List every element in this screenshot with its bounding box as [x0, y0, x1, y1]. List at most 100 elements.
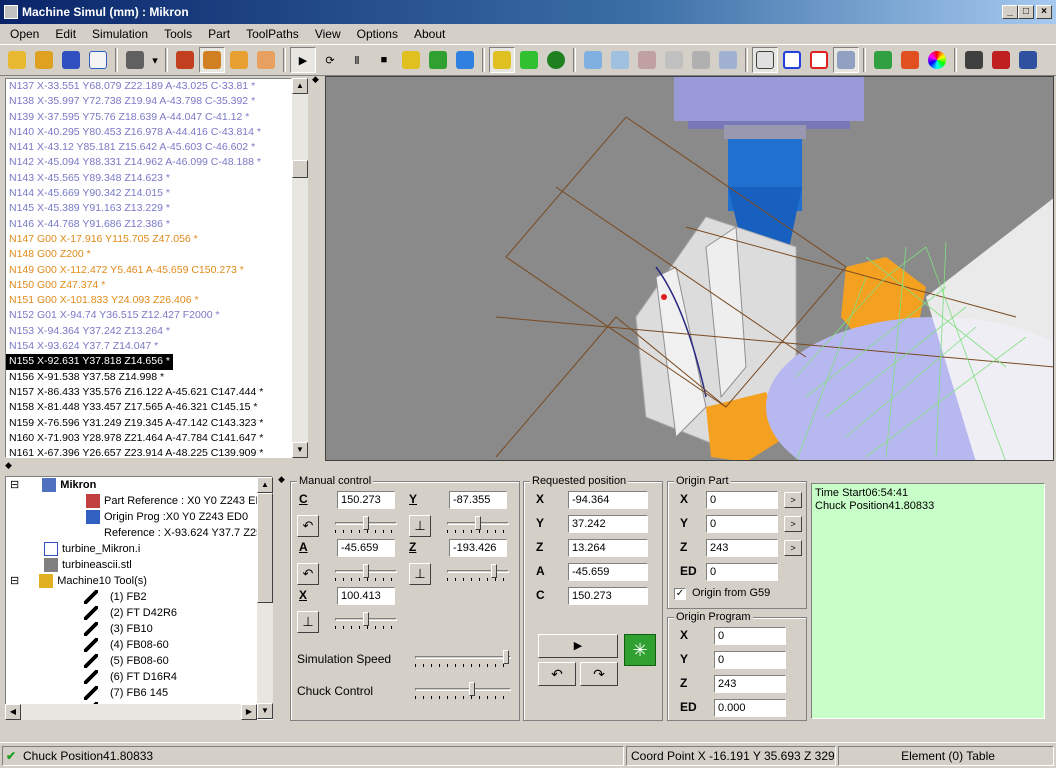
tree-node-file2[interactable]: turbineascii.stl — [44, 557, 132, 573]
collapse-arrow-icon[interactable]: ◆ — [278, 474, 285, 485]
refresh-button[interactable] — [425, 47, 451, 73]
origin-program-axis-input[interactable]: 0 — [714, 651, 786, 669]
gcode-line[interactable]: N159 X-76.596 Y31.249 Z19.345 A-47.142 C… — [6, 416, 291, 431]
scroll-down-button[interactable]: ▼ — [292, 442, 308, 458]
tree-node-reference[interactable]: Reference : X-93.624 Y37.7 Z25 — [104, 525, 262, 541]
color-button[interactable] — [924, 47, 950, 73]
x-axis-input[interactable]: 100.413 — [337, 587, 395, 605]
c-axis-input[interactable]: 150.273 — [337, 491, 395, 509]
a-rotate-button[interactable]: ↶ — [297, 563, 319, 585]
gcode-line[interactable]: N148 G00 Z200 * — [6, 247, 291, 262]
gcode-line[interactable]: N150 G00 Z47.374 * — [6, 278, 291, 293]
print-button[interactable] — [122, 47, 148, 73]
origin-program-axis-input[interactable]: 0.000 — [714, 699, 786, 717]
target-button[interactable] — [543, 47, 569, 73]
tree-node-tool[interactable]: (3) FB10 — [84, 621, 153, 637]
menu-open[interactable]: Open — [2, 25, 47, 43]
gcode-line[interactable]: N138 X-35.997 Y72.738 Z19.94 A-43.798 C-… — [6, 94, 291, 109]
play-button[interactable]: ▶ — [290, 47, 316, 73]
new-file-button[interactable] — [85, 47, 111, 73]
machine-tree[interactable]: ⊟ Mikron Part Reference : X0 Y0 Z243 ED0… — [5, 476, 273, 720]
gcode-line-selected[interactable]: N155 X-92.631 Y37.818 Z14.656 * — [6, 354, 173, 370]
wire-box-button[interactable] — [752, 47, 778, 73]
gcode-line[interactable]: N149 G00 X-112.472 Y5.461 A-45.659 C150.… — [6, 263, 291, 278]
menu-options[interactable]: Options — [349, 25, 406, 43]
gcode-line[interactable]: N151 G00 X-101.833 Y24.093 Z26.406 * — [6, 293, 291, 308]
menu-simulation[interactable]: Simulation — [84, 25, 156, 43]
collapse-arrow-icon[interactable]: ◆ — [312, 74, 319, 85]
tree-node-tool[interactable]: (7) FB6 145 — [84, 685, 168, 701]
solid-box-button[interactable] — [833, 47, 859, 73]
scroll-up-button[interactable]: ▲ — [257, 477, 273, 493]
gcode-list[interactable]: N137 X-33.551 Y68.079 Z22.189 A-43.025 C… — [5, 78, 292, 458]
material-button[interactable] — [897, 47, 923, 73]
print-dropdown[interactable]: ▾ — [149, 47, 161, 73]
tree-node-file1[interactable]: turbine_Mikron.i — [44, 541, 140, 557]
requested-axis-input[interactable]: -45.659 — [568, 563, 648, 581]
gcode-line[interactable]: N156 X-91.538 Y37.58 Z14.998 * — [6, 370, 291, 385]
origin-part-axis-input[interactable]: 243 — [706, 539, 778, 557]
gcode-line[interactable]: N141 X-43.12 Y85.181 Z15.642 A-45.603 C-… — [6, 140, 291, 155]
c-rotate-button[interactable]: ↶ — [297, 515, 319, 537]
gcode-line[interactable]: N160 X-71.903 Y28.978 Z21.464 A-47.784 C… — [6, 431, 291, 446]
shading-button[interactable] — [870, 47, 896, 73]
requested-axis-input[interactable]: 37.242 — [568, 515, 648, 533]
requested-axis-input[interactable]: 150.273 — [568, 587, 648, 605]
scroll-up-button[interactable]: ▲ — [292, 78, 308, 94]
execute-button[interactable]: ✳ — [624, 634, 656, 666]
menu-view[interactable]: View — [307, 25, 349, 43]
pause-button[interactable]: Ⅱ — [344, 47, 370, 73]
side-view-button[interactable] — [634, 47, 660, 73]
close-button[interactable]: × — [1036, 5, 1052, 19]
c-axis-slider[interactable] — [335, 516, 397, 533]
open-file-button[interactable] — [31, 47, 57, 73]
run-button[interactable]: ▶ — [538, 634, 618, 658]
warning-button[interactable] — [226, 47, 252, 73]
scroll-left-button[interactable]: ◀ — [5, 704, 21, 720]
reset-button[interactable] — [398, 47, 424, 73]
open-folder-button[interactable] — [4, 47, 30, 73]
inspect-button[interactable] — [961, 47, 987, 73]
tree-node-tool[interactable]: (2) FT D42R6 — [84, 605, 177, 621]
scroll-thumb[interactable] — [292, 160, 308, 178]
z-axis-slider[interactable] — [447, 564, 509, 581]
tool-table-button[interactable] — [199, 47, 225, 73]
tree-node-tool[interactable]: (1) FB2 — [84, 589, 147, 605]
gcode-line[interactable]: N157 X-86.433 Y35.576 Z16.122 A-45.621 C… — [6, 385, 291, 400]
x-axis-slider[interactable] — [335, 612, 397, 629]
minimize-button[interactable]: _ — [1002, 5, 1018, 19]
chuck-control-slider[interactable] — [415, 682, 511, 699]
origin-part-axis-input[interactable]: 0 — [706, 563, 778, 581]
gcode-line[interactable]: N142 X-45.094 Y88.331 Z14.962 A-46.099 C… — [6, 155, 291, 170]
top-view-button[interactable] — [661, 47, 687, 73]
scroll-right-button[interactable]: ▶ — [241, 704, 257, 720]
y-axis-slider[interactable] — [447, 516, 509, 533]
origin-part-axis-input[interactable]: 0 — [706, 515, 778, 533]
tree-scrollbar[interactable]: ▲ ▼ — [257, 477, 273, 719]
tree-node-tool[interactable]: (6) FT D16R4 — [84, 669, 177, 685]
gcode-line[interactable]: N161 X-67.396 Y26.657 Z23.914 A-48.225 C… — [6, 446, 291, 457]
red-box-button[interactable] — [806, 47, 832, 73]
gcode-line[interactable]: N137 X-33.551 Y68.079 Z22.189 A-43.025 C… — [6, 79, 291, 94]
gcode-line[interactable]: N146 X-44.768 Y91.686 Z12.386 * — [6, 217, 291, 232]
collapse-arrow-icon[interactable]: ◆ — [5, 460, 12, 471]
menu-about[interactable]: About — [406, 25, 453, 43]
gcode-line[interactable]: N158 X-81.448 Y33.457 Z17.565 A-46.321 C… — [6, 400, 291, 415]
path-button[interactable] — [516, 47, 542, 73]
z-axis-input[interactable]: -193.426 — [449, 539, 507, 557]
menu-part[interactable]: Part — [200, 25, 238, 43]
y-axis-input[interactable]: -87.355 — [449, 491, 507, 509]
origin-part-axis-input[interactable]: 0 — [706, 491, 778, 509]
set-origin-button[interactable]: > — [784, 516, 802, 532]
tree-node-root[interactable]: ⊟ Mikron — [10, 477, 96, 493]
gcode-line[interactable]: N154 X-93.624 Y37.7 Z14.047 * — [6, 339, 291, 354]
cube-view-button[interactable] — [580, 47, 606, 73]
scroll-down-button[interactable]: ▼ — [257, 703, 273, 719]
a-axis-input[interactable]: -45.659 — [337, 539, 395, 557]
menu-toolpaths[interactable]: ToolPaths — [238, 25, 307, 43]
z-move-button[interactable]: ⊥ — [409, 563, 431, 585]
gcode-line[interactable]: N144 X-45.669 Y90.342 Z14.015 * — [6, 186, 291, 201]
tool-edit-button[interactable] — [253, 47, 279, 73]
3d-viewport[interactable] — [325, 76, 1054, 461]
blue-box-button[interactable] — [779, 47, 805, 73]
